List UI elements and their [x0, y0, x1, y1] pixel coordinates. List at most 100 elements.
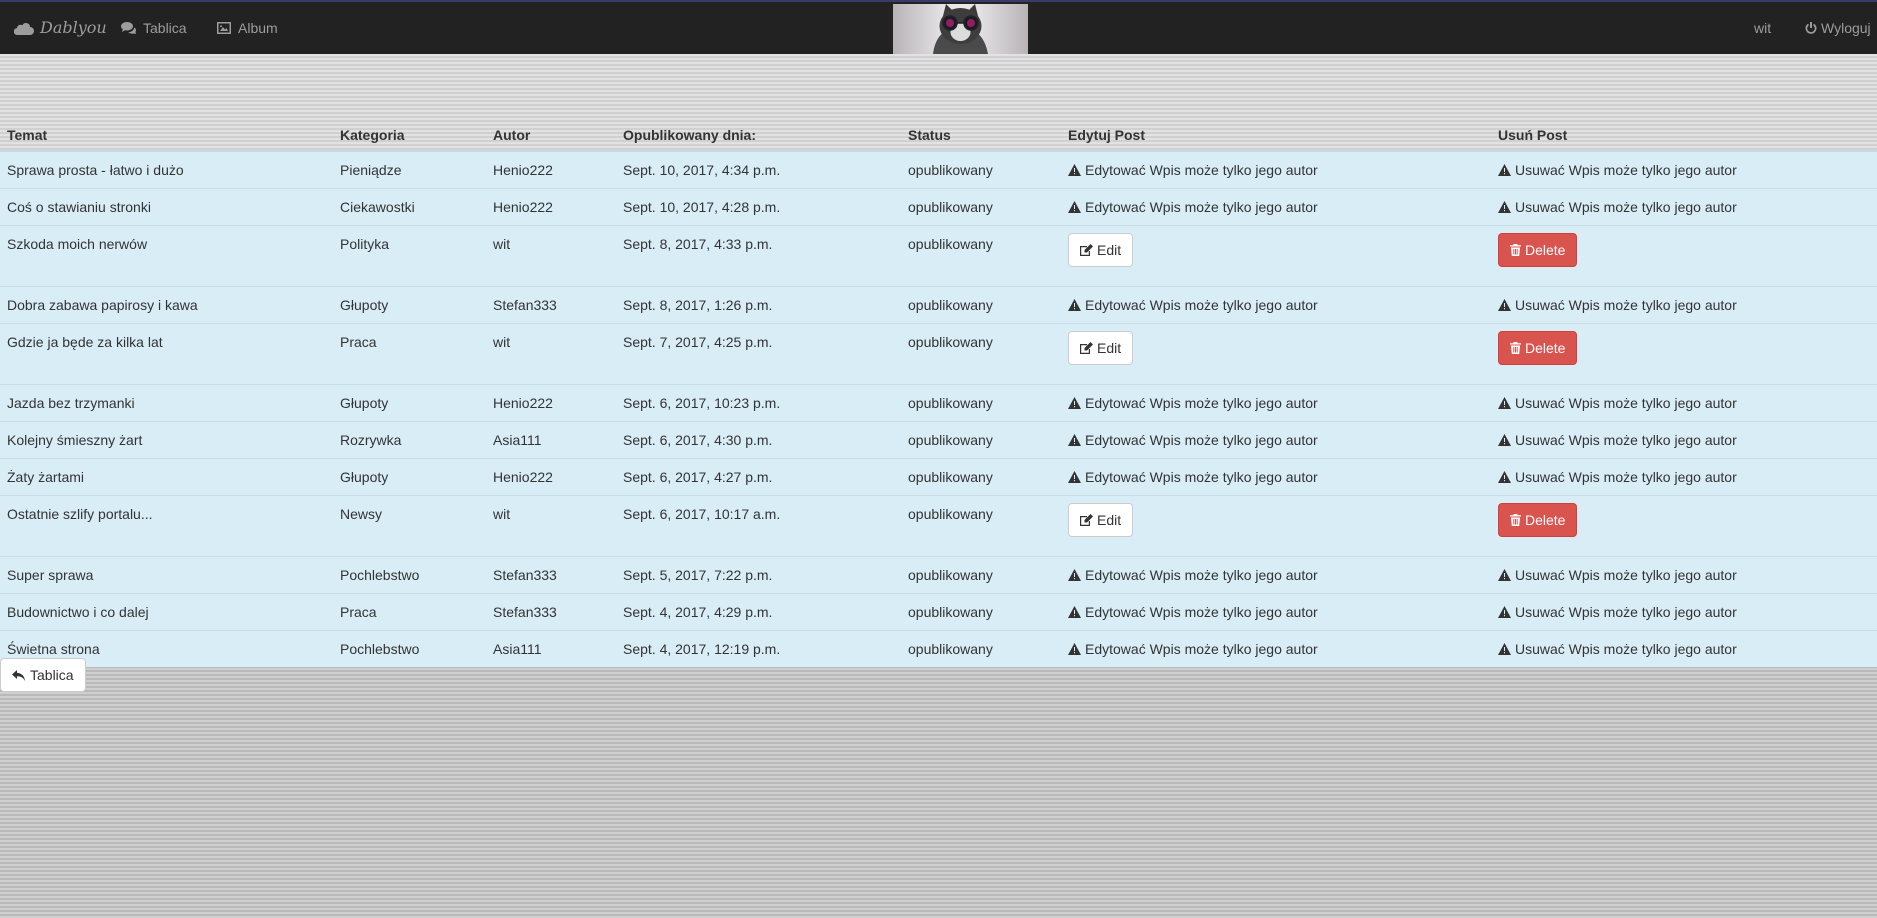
- edit-button-label: Edit: [1097, 512, 1122, 528]
- edit-warning: Edytować Wpis może tylko jego autor: [1068, 395, 1318, 411]
- header-status: Status: [901, 120, 1061, 152]
- warning-icon: [1498, 298, 1511, 311]
- brand-link[interactable]: Dablyou: [14, 18, 107, 37]
- warning-icon: [1068, 396, 1081, 409]
- table-row: Gdzie ja będe za kilka lat Praca wit Sept. …: [0, 323, 1877, 385]
- warning-icon: [1498, 470, 1511, 483]
- delete-warning-text: Usuwać Wpis może tylko jego autor: [1515, 566, 1737, 583]
- edit-warning-text: Edytować Wpis może tylko jego autor: [1085, 161, 1318, 178]
- table-row: Szkoda moich nerwów Polityka wit Sept. 8, 2…: [0, 225, 1877, 287]
- nav-link-label: Tablica: [143, 20, 187, 36]
- cell-temat: Gdzie ja będe za kilka lat: [0, 323, 333, 385]
- cell-temat: Kolejny śmieszny żart: [0, 421, 333, 459]
- trash-icon: [1510, 342, 1521, 354]
- delete-warning: Usuwać Wpis może tylko jego autor: [1498, 199, 1737, 215]
- edit-button[interactable]: Edit: [1068, 503, 1134, 537]
- delete-warning: Usuwać Wpis może tylko jego autor: [1498, 469, 1737, 485]
- edit-warning-text: Edytować Wpis może tylko jego autor: [1085, 468, 1318, 485]
- delete-warning-text: Usuwać Wpis może tylko jego autor: [1515, 431, 1737, 448]
- cell-status: opublikowany: [901, 323, 1061, 385]
- nav-link-label: Album: [238, 20, 278, 36]
- delete-warning: Usuwać Wpis może tylko jego autor: [1498, 395, 1737, 411]
- cell-data: Sept. 6, 2017, 4:27 p.m.: [616, 458, 901, 496]
- edit-button[interactable]: Edit: [1068, 331, 1134, 365]
- cell-edit: Edit: [1061, 495, 1491, 557]
- edit-icon: [1080, 342, 1093, 354]
- cell-kategoria: Głupoty: [333, 286, 486, 324]
- cell-kategoria: Ciekawostki: [333, 188, 486, 226]
- posts-table: Temat Kategoria Autor Opublikowany dnia:…: [0, 120, 1877, 667]
- cell-temat: Dobra zabawa papirosy i kawa: [0, 286, 333, 324]
- cell-temat: Coś o stawianiu stronki: [0, 188, 333, 226]
- logout-link[interactable]: Wyloguj: [1805, 20, 1871, 36]
- cell-kategoria: Pieniądze: [333, 150, 486, 189]
- table-row: Dobra zabawa papirosy i kawa Głupoty Stefa…: [0, 286, 1877, 324]
- edit-warning: Edytować Wpis może tylko jego autor: [1068, 297, 1318, 313]
- cell-edit: Edytować Wpis może tylko jego autor: [1061, 593, 1491, 631]
- delete-warning: Usuwać Wpis może tylko jego autor: [1498, 641, 1737, 657]
- warning-icon: [1498, 433, 1511, 446]
- logout-label: Wyloguj: [1821, 20, 1871, 36]
- table-row: Sprawa prosta - łatwo i dużo Pieniądze Hen…: [0, 150, 1877, 189]
- cell-status: opublikowany: [901, 150, 1061, 189]
- cell-data: Sept. 10, 2017, 4:34 p.m.: [616, 150, 901, 189]
- cell-status: opublikowany: [901, 421, 1061, 459]
- back-to-tablica-button[interactable]: Tablica: [0, 658, 86, 692]
- delete-warning: Usuwać Wpis może tylko jego autor: [1498, 432, 1737, 448]
- table-row: Budownictwo i co dalej Praca Stefan333 Sept…: [0, 593, 1877, 631]
- cell-delete: Usuwać Wpis może tylko jego autor: [1491, 384, 1877, 422]
- edit-warning: Edytować Wpis może tylko jego autor: [1068, 567, 1318, 583]
- cell-autor: Stefan333: [486, 556, 616, 594]
- delete-button[interactable]: Delete: [1498, 233, 1578, 267]
- header-edit: Edytuj Post: [1061, 120, 1491, 152]
- cell-kategoria: Polityka: [333, 225, 486, 287]
- user-name: wit: [1754, 20, 1772, 36]
- delete-warning: Usuwać Wpis może tylko jego autor: [1498, 604, 1737, 620]
- delete-button-label: Delete: [1525, 242, 1566, 258]
- cell-delete: Delete: [1491, 323, 1877, 385]
- cell-autor: Asia111: [486, 630, 616, 667]
- cell-temat: Jazda bez trzymanki: [0, 384, 333, 422]
- cell-kategoria: Pochlebstwo: [333, 556, 486, 594]
- cell-delete: Usuwać Wpis może tylko jego autor: [1491, 188, 1877, 226]
- edit-button-label: Edit: [1097, 340, 1122, 356]
- cell-autor: Stefan333: [486, 286, 616, 324]
- delete-button[interactable]: Delete: [1498, 331, 1578, 365]
- cell-kategoria: Głupoty: [333, 384, 486, 422]
- nav-user[interactable]: wit: [1754, 20, 1771, 36]
- delete-button[interactable]: Delete: [1498, 503, 1578, 537]
- edit-warning-text: Edytować Wpis może tylko jego autor: [1085, 603, 1318, 620]
- delete-warning: Usuwać Wpis może tylko jego autor: [1498, 162, 1737, 178]
- cell-temat: Super sprawa: [0, 556, 333, 594]
- cell-temat: Sprawa prosta - łatwo i dużo: [0, 150, 333, 189]
- edit-warning: Edytować Wpis może tylko jego autor: [1068, 469, 1318, 485]
- edit-warning: Edytować Wpis może tylko jego autor: [1068, 604, 1318, 620]
- trash-icon: [1510, 244, 1521, 256]
- cell-temat: Ostatnie szlify portalu...: [0, 495, 333, 557]
- cell-autor: Asia111: [486, 421, 616, 459]
- nav-link-tablica[interactable]: Tablica: [121, 20, 187, 36]
- table-row: Ostatnie szlify portalu... Newsy wit Sept. …: [0, 495, 1877, 557]
- cell-edit: Edit: [1061, 323, 1491, 385]
- table-row: Świetna strona Pochlebstwo Asia111 Sept. 4,…: [0, 630, 1877, 667]
- cell-data: Sept. 6, 2017, 10:17 a.m.: [616, 495, 901, 557]
- cell-edit: Edytować Wpis może tylko jego autor: [1061, 150, 1491, 189]
- cell-autor: wit: [486, 495, 616, 557]
- cell-edit: Edytować Wpis może tylko jego autor: [1061, 188, 1491, 226]
- picture-icon: [217, 22, 231, 34]
- warning-icon: [1498, 200, 1511, 213]
- table-row: Coś o stawianiu stronki Ciekawostki Henio2…: [0, 188, 1877, 226]
- cell-status: opublikowany: [901, 556, 1061, 594]
- edit-button[interactable]: Edit: [1068, 233, 1134, 267]
- edit-warning: Edytować Wpis może tylko jego autor: [1068, 641, 1318, 657]
- cell-delete: Delete: [1491, 495, 1877, 557]
- cell-data: Sept. 10, 2017, 4:28 p.m.: [616, 188, 901, 226]
- cell-status: opublikowany: [901, 630, 1061, 667]
- nav-link-album[interactable]: Album: [217, 20, 278, 36]
- cell-delete: Usuwać Wpis może tylko jego autor: [1491, 556, 1877, 594]
- cell-status: opublikowany: [901, 384, 1061, 422]
- cell-status: opublikowany: [901, 188, 1061, 226]
- warning-icon: [1068, 200, 1081, 213]
- delete-button-label: Delete: [1525, 340, 1566, 356]
- warning-icon: [1068, 605, 1081, 618]
